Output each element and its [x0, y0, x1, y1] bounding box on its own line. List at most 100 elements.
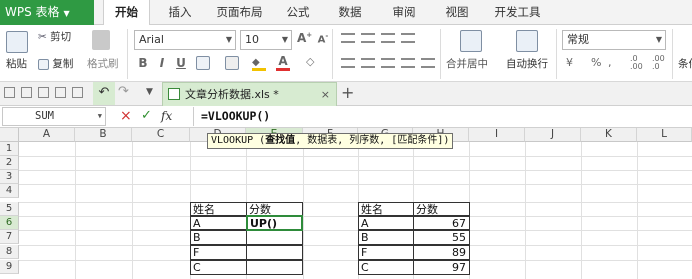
row-header[interactable]: 4 — [0, 184, 19, 198]
redo-icon[interactable]: ↷ — [118, 84, 129, 99]
table-cell[interactable]: 55 — [413, 230, 470, 245]
orientation-icon[interactable] — [401, 33, 415, 43]
align-right-icon[interactable] — [381, 58, 395, 68]
align-middle-icon[interactable] — [361, 33, 375, 43]
app-menu-button[interactable]: WPS 表格 ▼ — [0, 0, 94, 25]
select-all-corner[interactable] — [0, 128, 19, 142]
merge-cells-icon[interactable] — [225, 56, 239, 70]
table-cell[interactable]: A — [358, 216, 414, 230]
column-header[interactable]: I — [469, 128, 525, 142]
wrap-text-button[interactable]: 自动换行 — [506, 56, 548, 71]
table-header-cell[interactable]: 姓名 — [190, 202, 247, 216]
number-format-select[interactable]: 常规 ▼ — [562, 30, 666, 50]
tab-view[interactable]: 视图 — [440, 0, 474, 25]
close-tab-icon[interactable]: × — [321, 83, 330, 106]
font-name-select[interactable]: Arial ▼ — [134, 30, 236, 50]
table-cell[interactable]: 67 — [413, 216, 470, 230]
table-cell[interactable]: C — [358, 260, 414, 275]
tab-formulas[interactable]: 公式 — [281, 0, 315, 25]
indent-icon[interactable] — [421, 58, 435, 68]
tab-developer[interactable]: 开发工具 — [490, 0, 545, 25]
row-header[interactable]: 2 — [0, 156, 19, 170]
divider — [332, 29, 333, 79]
merge-center-button[interactable]: 合并居中 — [446, 56, 488, 71]
table-cell[interactable]: B — [190, 230, 247, 245]
row-header[interactable]: 1 — [0, 142, 19, 156]
quick-access-dropdown-icon[interactable]: ▼ — [146, 87, 153, 97]
table-header-cell[interactable]: 分数 — [246, 202, 303, 216]
column-header[interactable]: C — [132, 128, 190, 142]
paste-button[interactable] — [6, 31, 28, 53]
new-tab-button[interactable]: + — [341, 82, 354, 104]
justify-icon[interactable] — [401, 58, 415, 68]
formula-input[interactable]: =VLOOKUP() — [196, 107, 690, 126]
paste-label[interactable]: 粘贴 — [6, 56, 27, 71]
save-icon[interactable] — [21, 87, 32, 98]
clear-format-icon[interactable]: ◇ — [306, 55, 314, 68]
cut-button[interactable]: ✂ 剪切 — [38, 29, 71, 44]
name-box[interactable]: SUM ▼ — [2, 107, 106, 126]
print-preview-icon[interactable] — [55, 87, 66, 98]
border-icon[interactable] — [196, 56, 210, 70]
align-left-icon[interactable] — [341, 58, 355, 68]
row-header[interactable]: 6 — [0, 216, 19, 230]
export-icon[interactable] — [72, 87, 83, 98]
font-color-icon[interactable]: A — [276, 54, 290, 71]
confirm-icon[interactable]: ✓ — [141, 107, 152, 125]
column-header[interactable]: L — [637, 128, 692, 142]
insert-function-icon[interactable]: fx — [161, 107, 172, 125]
cancel-icon[interactable]: × — [120, 107, 132, 125]
file-tab[interactable]: 文章分析数据.xls * × — [162, 82, 337, 106]
italic-button[interactable]: I — [155, 56, 169, 70]
decrease-font-icon[interactable]: A- — [316, 32, 330, 45]
spreadsheet-grid[interactable]: A B C D E F G H I J K L 1 2 3 4 5 6 7 8 … — [0, 128, 692, 279]
table-cell[interactable]: A — [190, 216, 247, 230]
table-cell[interactable]: F — [358, 245, 414, 260]
table-cell[interactable]: C — [190, 260, 247, 275]
decrease-decimal-icon[interactable]: .00.0 — [652, 55, 665, 71]
undo-icon[interactable]: ↶ — [93, 82, 115, 105]
table-header-cell[interactable]: 分数 — [413, 202, 470, 216]
table-cell[interactable]: 97 — [413, 260, 470, 275]
copy-button[interactable]: 复制 — [38, 56, 73, 71]
currency-icon[interactable]: ¥ — [566, 56, 573, 69]
fill-color-icon[interactable]: ◆ — [252, 55, 266, 71]
print-icon[interactable] — [38, 87, 49, 98]
column-header[interactable]: B — [75, 128, 132, 142]
bold-button[interactable]: B — [136, 56, 150, 70]
increase-font-icon[interactable]: A+ — [297, 31, 312, 45]
tab-page-layout[interactable]: 页面布局 — [212, 0, 267, 25]
table-header-cell[interactable]: 姓名 — [358, 202, 414, 216]
percent-icon[interactable]: % — [591, 56, 601, 69]
row-header[interactable]: 8 — [0, 245, 19, 259]
table-cell[interactable] — [246, 260, 303, 275]
tab-home[interactable]: 开始 — [103, 0, 150, 26]
align-bottom-icon[interactable] — [381, 33, 395, 43]
tab-data[interactable]: 数据 — [333, 0, 367, 25]
tab-review[interactable]: 审阅 — [387, 0, 421, 25]
column-header[interactable]: J — [525, 128, 581, 142]
thousands-icon[interactable]: , — [608, 56, 612, 69]
row-header[interactable]: 3 — [0, 170, 19, 184]
table-cell[interactable] — [246, 230, 303, 245]
row-header[interactable]: 7 — [0, 230, 19, 244]
grid-line — [581, 142, 582, 279]
table-cell[interactable]: 89 — [413, 245, 470, 260]
align-top-icon[interactable] — [341, 33, 355, 43]
column-header[interactable]: K — [581, 128, 637, 142]
underline-button[interactable]: U — [174, 56, 188, 70]
column-header[interactable]: A — [19, 128, 75, 142]
align-center-icon[interactable] — [361, 58, 375, 68]
format-painter-button[interactable]: 格式刷 — [87, 56, 119, 71]
table-cell[interactable] — [246, 245, 303, 260]
active-cell[interactable]: UP() — [246, 215, 303, 231]
row-header[interactable]: 5 — [0, 202, 19, 216]
font-size-select[interactable]: 10 ▼ — [240, 30, 292, 50]
open-icon[interactable] — [4, 87, 15, 98]
row-header[interactable]: 9 — [0, 260, 19, 274]
table-cell[interactable]: F — [190, 245, 247, 260]
increase-decimal-icon[interactable]: .0.00 — [630, 55, 643, 71]
table-cell[interactable]: B — [358, 230, 414, 245]
conditional-format-button[interactable]: 条件 — [678, 56, 692, 71]
tab-insert[interactable]: 插入 — [162, 0, 198, 25]
